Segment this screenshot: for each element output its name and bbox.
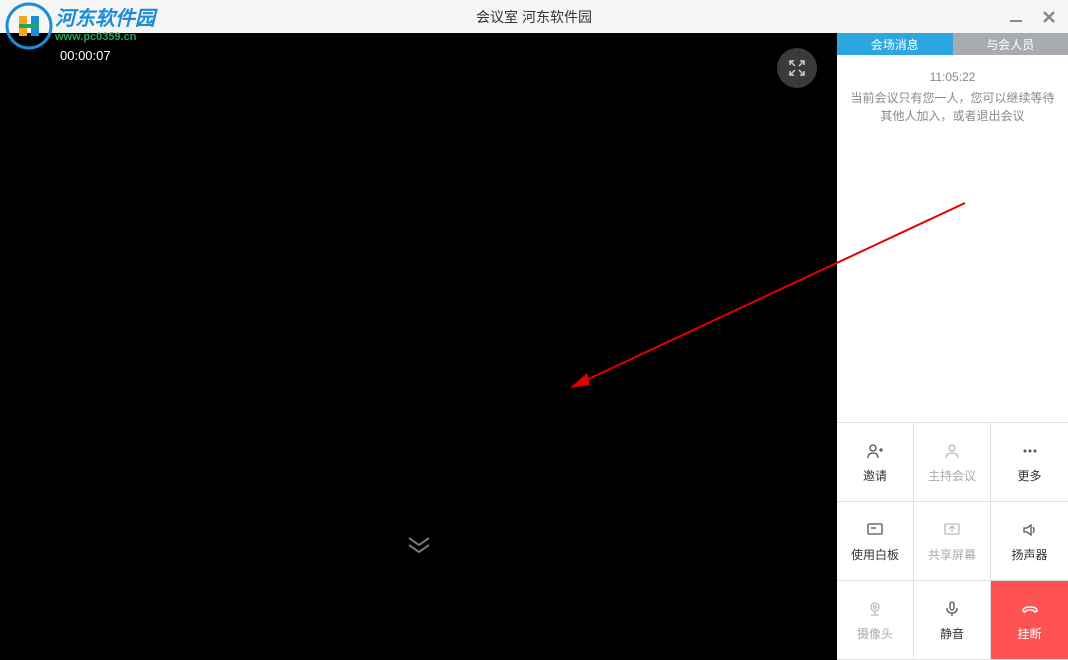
chevron-down-double-icon [405, 535, 433, 555]
whiteboard-icon [865, 520, 885, 540]
speaker-icon [1020, 520, 1040, 540]
message-timestamp: 11:05:22 [847, 70, 1058, 84]
invite-button[interactable]: 邀请 [837, 423, 914, 502]
share-label: 共享屏幕 [928, 546, 976, 563]
call-timer: 00:00:07 [60, 48, 111, 63]
titlebar: 会议室 河东软件园 [0, 0, 1068, 33]
hangup-label: 挂断 [1017, 625, 1041, 642]
close-button[interactable] [1040, 8, 1058, 26]
camera-icon [865, 599, 885, 619]
watermark: 河东软件园 www.pc0359.cn [5, 2, 155, 50]
action-grid: 邀请 主持会议 更多 使用白板 [837, 422, 1068, 660]
whiteboard-label: 使用白板 [851, 546, 899, 563]
tab-participants[interactable]: 与会人员 [953, 33, 1068, 55]
watermark-url: www.pc0359.cn [55, 31, 155, 43]
speaker-label: 扬声器 [1011, 546, 1047, 563]
fullscreen-icon [788, 59, 806, 77]
message-text: 当前会议只有您一人，您可以继续等待其他人加入，或者退出会议 [847, 89, 1058, 125]
camera-label: 摄像头 [857, 625, 893, 642]
camera-button[interactable]: 摄像头 [837, 581, 914, 660]
minimize-button[interactable] [1007, 8, 1025, 26]
host-icon [942, 441, 962, 461]
fullscreen-button[interactable] [777, 48, 817, 88]
share-screen-icon [942, 520, 962, 540]
more-label: 更多 [1017, 467, 1041, 484]
share-button[interactable]: 共享屏幕 [914, 502, 991, 581]
microphone-icon [942, 599, 962, 619]
more-icon [1020, 441, 1040, 461]
main-area: 00:00:07 会场消息 与会人员 11:05:22 [0, 33, 1068, 660]
video-area: 00:00:07 [0, 33, 837, 660]
watermark-title: 河东软件园 [55, 2, 155, 31]
speaker-button[interactable]: 扬声器 [991, 502, 1068, 581]
more-button[interactable]: 更多 [991, 423, 1068, 502]
mute-label: 静音 [940, 625, 964, 642]
expand-handle[interactable] [405, 535, 433, 560]
watermark-logo-icon [5, 2, 53, 50]
window-title: 会议室 河东软件园 [476, 7, 592, 27]
invite-icon [865, 441, 885, 461]
invite-label: 邀请 [863, 467, 887, 484]
host-button[interactable]: 主持会议 [914, 423, 991, 502]
sidebar-tabs: 会场消息 与会人员 [837, 33, 1068, 55]
hangup-icon [1020, 599, 1040, 619]
window-controls [1007, 8, 1058, 26]
whiteboard-button[interactable]: 使用白板 [837, 502, 914, 581]
message-panel: 11:05:22 当前会议只有您一人，您可以继续等待其他人加入，或者退出会议 [837, 55, 1068, 422]
host-label: 主持会议 [928, 467, 976, 484]
sidebar: 会场消息 与会人员 11:05:22 当前会议只有您一人，您可以继续等待其他人加… [837, 33, 1068, 660]
tab-messages[interactable]: 会场消息 [837, 33, 953, 55]
hangup-button[interactable]: 挂断 [991, 581, 1068, 660]
mute-button[interactable]: 静音 [914, 581, 991, 660]
